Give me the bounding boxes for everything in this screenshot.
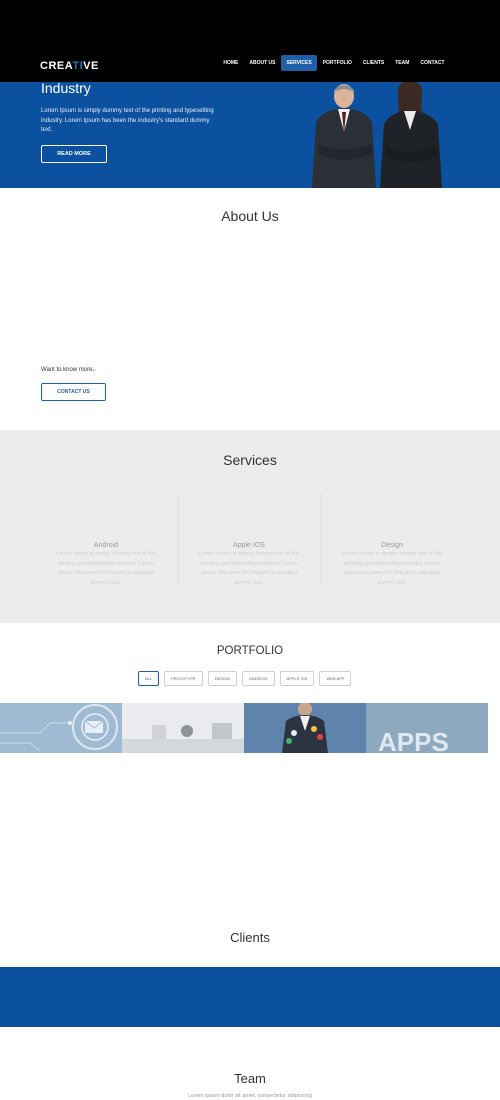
nav-item-portfolio[interactable]: PORTFOLIO — [317, 55, 357, 71]
clients-title: Clients — [230, 930, 270, 945]
services-divider — [178, 492, 179, 584]
portfolio-tile-office[interactable] — [122, 703, 244, 753]
top-bar: CREATIVE HOME ABOUT US SERVICES PORTFOLI… — [0, 0, 500, 82]
portfolio-grid: APPS — [0, 703, 488, 753]
portfolio-tile-tech[interactable] — [0, 703, 122, 753]
services-title: Services — [223, 452, 277, 468]
contact-us-button[interactable]: CONTACT US — [41, 383, 106, 401]
service-name: Apple IOS — [233, 542, 265, 549]
filter-prototype[interactable]: PROTOTYPE — [164, 671, 203, 686]
about-title: About Us — [221, 208, 279, 224]
services-section: Services Android Lorem Ipsum is simply d… — [0, 430, 500, 623]
services-divider — [321, 492, 322, 584]
filter-all[interactable]: ALL — [138, 671, 160, 686]
logo[interactable]: CREATIVE — [40, 60, 99, 72]
service-text: Lorem Ipsum is simply dummy text of the … — [199, 551, 299, 586]
filter-apple-ios[interactable]: APPLE IOS — [279, 671, 315, 686]
clients-band — [0, 967, 500, 1027]
hero-title: Industry — [41, 82, 91, 96]
logo-text-accent: TI — [72, 60, 84, 72]
portfolio-filters: ALL PROTOTYPE DESIGN ANDROID APPLE IOS W… — [138, 671, 352, 686]
hero-banner: Industry Lorem Ipsum is simply dummy tex… — [0, 82, 500, 188]
nav-item-contact[interactable]: CONTACT — [415, 55, 450, 71]
nav-item-clients[interactable]: CLIENTS — [357, 55, 389, 71]
nav-item-about[interactable]: ABOUT US — [244, 55, 281, 71]
service-item-android: Android Lorem Ipsum is simply dummy text… — [50, 542, 162, 588]
team-subtitle: Lorem ipsum dolor sit amet, consectetur … — [188, 1093, 312, 1099]
portfolio-title: PORTFOLIO — [216, 645, 284, 657]
logo-text-left: CREA — [40, 60, 73, 72]
nav-item-team[interactable]: TEAM — [390, 55, 415, 71]
filter-web-app[interactable]: WEB APP — [319, 671, 352, 686]
nav-item-home[interactable]: HOME — [218, 55, 244, 71]
team-title: Team — [234, 1071, 266, 1086]
filter-android[interactable]: ANDROID — [242, 671, 275, 686]
main-nav: HOME ABOUT US SERVICES PORTFOLIO CLIENTS… — [218, 55, 450, 71]
portfolio-tile-business[interactable] — [244, 703, 366, 753]
read-more-button[interactable]: READ MORE — [41, 145, 107, 163]
filter-design[interactable]: DESIGN — [207, 671, 238, 686]
business-people-image — [312, 82, 442, 188]
service-item-apple-ios: Apple IOS Lorem Ipsum is simply dummy te… — [193, 542, 305, 588]
service-name: Android — [93, 542, 119, 549]
nav-item-services[interactable]: SERVICES — [280, 55, 318, 71]
about-want-more-text: Want to know more.. — [41, 367, 96, 373]
service-name: Design — [381, 542, 403, 549]
service-text: Lorem Ipsum is simply dummy text of the … — [342, 551, 442, 586]
portfolio-tile-apps[interactable]: APPS — [366, 703, 488, 753]
service-text: Lorem Ipsum is simply dummy text of the … — [56, 551, 156, 586]
hero-text: Lorem Ipsum is simply dummy text of the … — [41, 108, 214, 133]
logo-text-right: VE — [83, 60, 99, 72]
apps-tile-text: APPS — [378, 727, 449, 753]
service-item-design: Design Lorem Ipsum is simply dummy text … — [336, 542, 448, 588]
